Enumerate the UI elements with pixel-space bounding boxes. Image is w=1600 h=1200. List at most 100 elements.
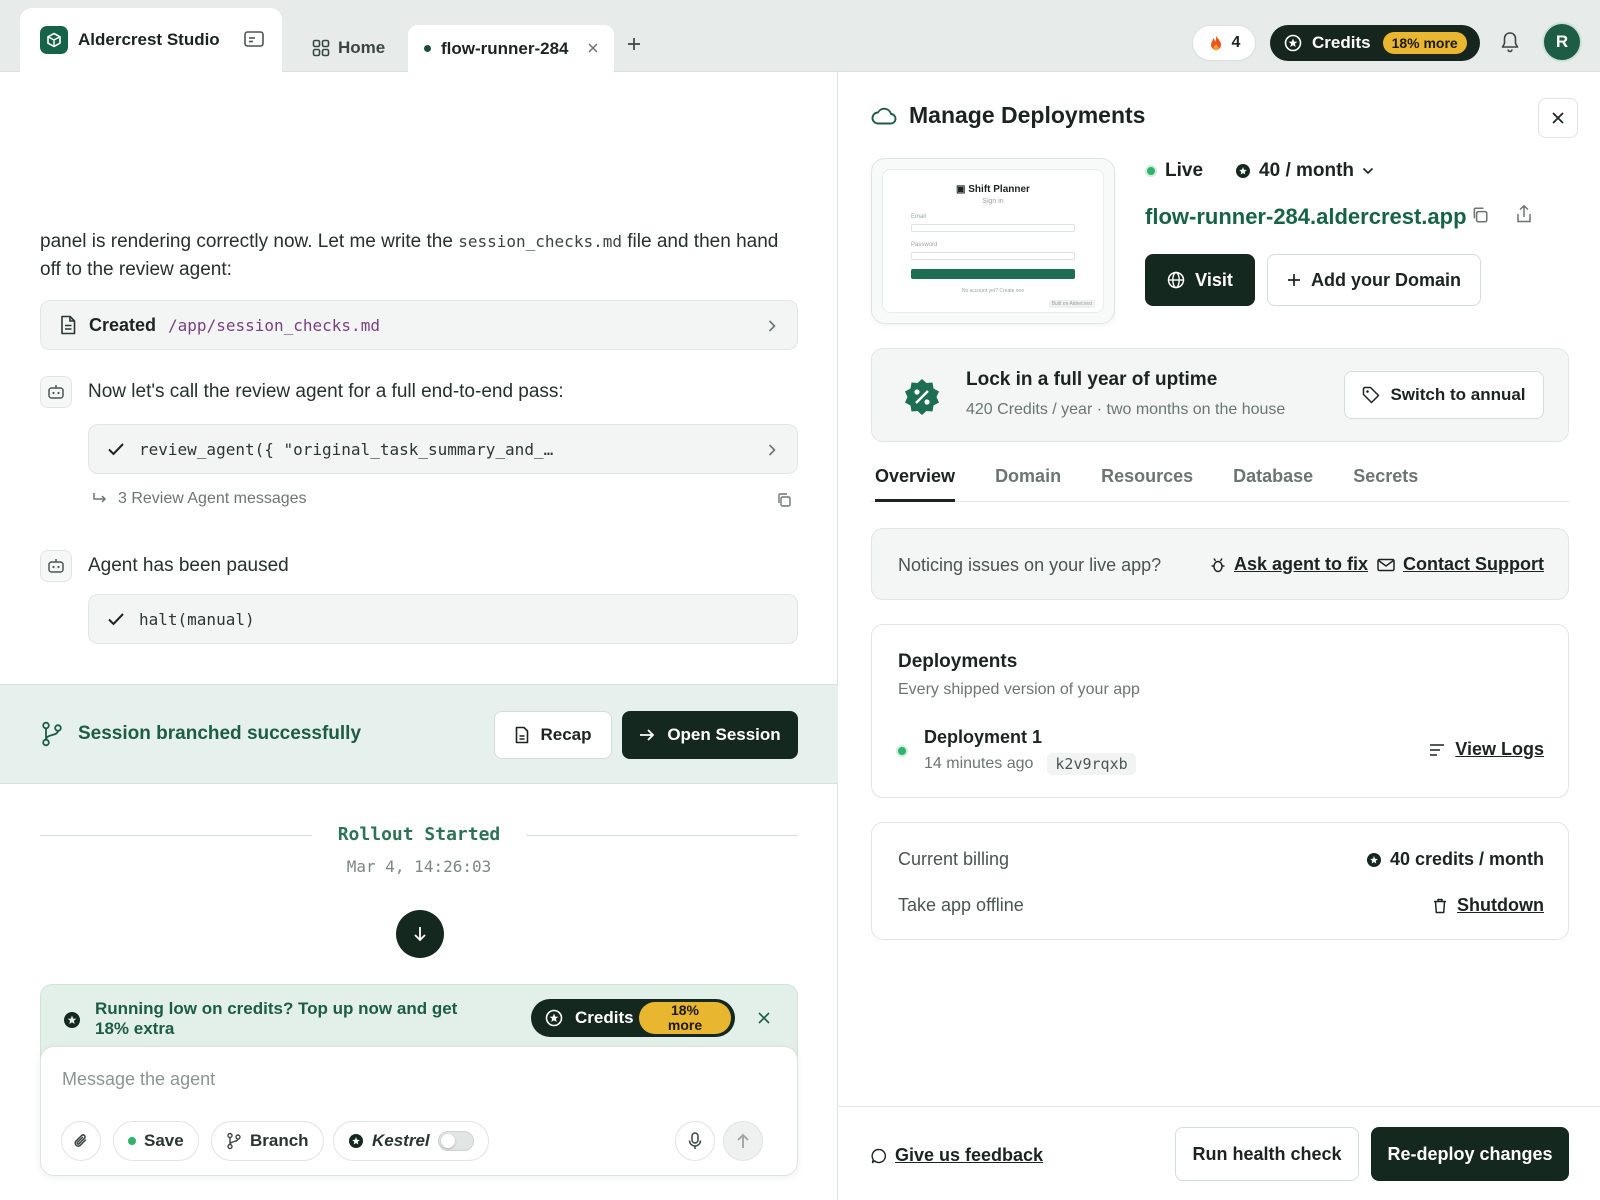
deployment-hash: k2v9rqxb: [1047, 753, 1136, 775]
model-toggle[interactable]: [437, 1131, 474, 1151]
attach-button[interactable]: [61, 1121, 101, 1161]
issues-card: Noticing issues on your live app? Ask ag…: [871, 528, 1569, 600]
branch-message: Session branched successfully: [40, 721, 361, 747]
panel-footer: Give us feedback Run health check Re-dep…: [839, 1106, 1600, 1200]
send-button[interactable]: [723, 1121, 763, 1161]
message-input[interactable]: Message the agent: [62, 1069, 215, 1090]
credits-bonus-badge: 18% more: [1382, 32, 1467, 54]
credits-button[interactable]: Credits 18% more: [1270, 25, 1480, 61]
streak-pill[interactable]: 4: [1192, 25, 1256, 61]
deployments-card: Deployments Every shipped version of you…: [871, 624, 1569, 798]
scroll-to-bottom-button[interactable]: [396, 910, 444, 958]
add-domain-button[interactable]: Add your Domain: [1267, 254, 1481, 306]
message-composer[interactable]: Message the agent Save Branch Kestrel: [40, 1046, 798, 1176]
plus-icon: [1287, 274, 1300, 286]
recap-button[interactable]: Recap: [494, 711, 612, 759]
arrow-down-icon: [414, 927, 426, 942]
credits-badge-icon: [63, 1011, 81, 1029]
dismiss-banner-icon[interactable]: [757, 1011, 771, 1025]
ask-agent-link[interactable]: Ask agent to fix: [1210, 554, 1368, 575]
branch-message-text: Session branched successfully: [78, 723, 362, 744]
copy-icon[interactable]: [776, 492, 792, 508]
share-icon[interactable]: [1515, 204, 1533, 224]
app-preview-thumbnail[interactable]: ▣ Shift Planner Sign in Email Password N…: [871, 158, 1115, 324]
rollout-timestamp: Mar 4, 14:26:03: [346, 857, 492, 876]
chevron-right-icon: [767, 319, 777, 333]
deployment-url[interactable]: flow-runner-284.aldercrest.app: [1145, 204, 1531, 230]
streak-count: 4: [1231, 34, 1241, 51]
deployment-name: Deployment 1: [924, 727, 1043, 747]
agent-message: Agent has been paused: [40, 550, 289, 582]
reply-arrow-icon: [93, 493, 107, 503]
branch-button[interactable]: Branch: [211, 1121, 324, 1161]
panel-title: Manage Deployments: [871, 102, 1145, 129]
deployments-subtext: Every shipped version of your app: [898, 681, 1140, 698]
top-up-credits-button[interactable]: Credits 18% more: [531, 999, 735, 1037]
bug-icon: [1211, 557, 1225, 572]
switch-to-annual-button[interactable]: Switch to annual: [1344, 371, 1544, 419]
agent-message-text: Agent has been paused: [88, 555, 289, 576]
copy-icon[interactable]: [1471, 206, 1489, 224]
agent-message-text: panel is rendering correctly now. Let me…: [40, 231, 779, 280]
tool-call-card[interactable]: review_agent({ "original_task_summary_an…: [88, 424, 798, 474]
notifications-bell-icon[interactable]: [1500, 31, 1520, 53]
shutdown-link[interactable]: Shutdown: [1433, 895, 1544, 916]
billing-label: Current billing: [898, 849, 1010, 869]
tab-secrets[interactable]: Secrets: [1353, 460, 1418, 502]
new-tab-icon[interactable]: [626, 36, 642, 52]
divider-line: [40, 835, 312, 836]
preview-subtitle: Sign in: [982, 198, 1004, 205]
file-action-label: Created: [89, 314, 157, 335]
preview-field: [911, 252, 1075, 260]
flame-icon: [1210, 35, 1221, 51]
voice-input-button[interactable]: [675, 1121, 715, 1161]
user-avatar[interactable]: R: [1542, 22, 1582, 62]
billing-value: 40 credits / month: [1366, 849, 1544, 870]
paperclip-icon: [74, 1134, 87, 1147]
credits-label: Credits: [1312, 33, 1371, 52]
document-icon: [516, 726, 529, 744]
save-button[interactable]: Save: [113, 1121, 199, 1161]
arrow-up-icon: [737, 1133, 749, 1148]
close-tab-icon[interactable]: [586, 41, 600, 55]
redeploy-button[interactable]: Re-deploy changes: [1371, 1127, 1569, 1181]
open-session-button[interactable]: Open Session: [622, 711, 798, 759]
divider-line: [526, 835, 798, 836]
model-selector[interactable]: Kestrel: [333, 1121, 489, 1161]
view-logs-link[interactable]: View Logs: [1429, 739, 1544, 760]
tool-call-card[interactable]: halt(manual): [88, 594, 798, 644]
status-dot: [128, 1137, 136, 1145]
tab-database[interactable]: Database: [1233, 460, 1313, 502]
tab-session[interactable]: flow-runner-284: [408, 25, 614, 72]
deployments-panel: Manage Deployments ▣ Shift Planner Sign …: [839, 72, 1600, 1200]
tab-domain[interactable]: Domain: [995, 460, 1061, 502]
annual-plan-promo: Lock in a full year of uptime 420 Credit…: [871, 348, 1569, 442]
deployment-status: Live 40 / month: [1145, 160, 1374, 182]
plan-dropdown[interactable]: 40 / month: [1235, 160, 1374, 182]
tool-call-code: halt(manual): [139, 609, 255, 629]
check-icon: [108, 443, 124, 456]
mail-icon: [1377, 558, 1395, 571]
tab-resources[interactable]: Resources: [1101, 460, 1193, 502]
sub-agent-messages-link[interactable]: 3 Review Agent messages: [92, 490, 798, 508]
sub-messages-label: 3 Review Agent messages: [118, 490, 307, 507]
run-health-check-button[interactable]: Run health check: [1175, 1127, 1359, 1181]
promo-subtext: 420 Credits / year · two months on the h…: [966, 401, 1286, 418]
chat-panel: panel is rendering correctly now. Let me…: [0, 72, 838, 1200]
contact-support-link[interactable]: Contact Support: [1377, 554, 1544, 575]
file-path: /app/session_checks.md: [168, 315, 380, 335]
workspace-tab[interactable]: Aldercrest Studio: [20, 8, 282, 72]
app-name: Aldercrest Studio: [78, 30, 220, 49]
feedback-link[interactable]: Give us feedback: [871, 1145, 1043, 1166]
sidebar-toggle-icon[interactable]: [244, 30, 264, 48]
check-icon: [108, 613, 124, 626]
tab-overview[interactable]: Overview: [875, 460, 956, 502]
tab-home[interactable]: Home: [312, 28, 385, 68]
file-created-card[interactable]: Created /app/session_checks.md: [40, 300, 798, 350]
top-bar: Aldercrest Studio Home flow-runner-284 4…: [0, 0, 1600, 72]
arrow-right-icon: [640, 729, 655, 741]
visit-button[interactable]: Visit: [1145, 254, 1255, 306]
close-panel-button[interactable]: [1538, 98, 1578, 138]
credits-icon: [1284, 34, 1302, 52]
git-branch-icon: [227, 1132, 241, 1150]
